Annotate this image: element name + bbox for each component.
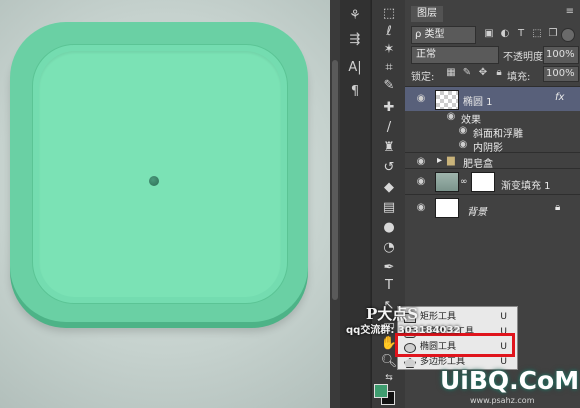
- healing-brush-tool-icon[interactable]: ✚: [378, 98, 400, 118]
- effects-eye-icon[interactable]: ◉: [445, 112, 457, 122]
- brush-tool-icon[interactable]: /: [378, 118, 400, 138]
- canvas-vertical-scrollbar[interactable]: [330, 0, 340, 408]
- history-brush-tool-icon[interactable]: ↺: [378, 158, 400, 178]
- ellipse-shape[interactable]: [149, 176, 159, 186]
- lock-all-icon[interactable]: 🔒︎: [493, 67, 505, 79]
- pixel-filter-icon[interactable]: ▣: [483, 28, 495, 40]
- lock-label: 锁定:: [411, 72, 435, 83]
- shape-filter-icon[interactable]: ⬚: [531, 28, 543, 40]
- fx-icon[interactable]: fx: [555, 92, 564, 103]
- lock-row: 锁定: ▦ ✎ ✥ 🔒︎ 填充: 100%: [411, 66, 579, 83]
- visibility-eye-icon[interactable]: ◉: [415, 94, 427, 104]
- adjustment-filter-icon[interactable]: ◐: [499, 28, 511, 40]
- paragraph-icon[interactable]: ¶: [345, 82, 365, 102]
- visibility-eye-icon[interactable]: ◉: [415, 157, 427, 167]
- effect-eye-icon[interactable]: ◉: [457, 140, 469, 150]
- polygon-shape-icon: [404, 358, 416, 368]
- character-icon[interactable]: A|: [345, 58, 365, 78]
- uibq-url: www.psahz.com: [470, 396, 535, 405]
- opacity-label: 不透明度:: [503, 52, 547, 63]
- icon-inner-face: [32, 44, 288, 304]
- rounded-square-icon: [10, 22, 308, 322]
- magic-wand-tool-icon[interactable]: ✶: [378, 40, 400, 60]
- tab-layers[interactable]: 图层: [411, 6, 443, 22]
- filter-toggle[interactable]: [561, 28, 575, 42]
- scrollbar-thumb[interactable]: [332, 60, 338, 300]
- layer-filter-row: ρ 类型 ▣ ◐ T ⬚ ❒: [411, 26, 575, 44]
- lock-icon: 🔒︎: [555, 202, 561, 213]
- fill-input[interactable]: 100%: [543, 66, 579, 82]
- lasso-tool-icon[interactable]: ℓ: [378, 22, 400, 42]
- effects-row[interactable]: ◉ 效果: [405, 110, 580, 127]
- uibq-logo: UiBQ.CoM: [440, 366, 580, 395]
- foreground-color-swatch[interactable]: [374, 384, 388, 398]
- layer-row-ellipse[interactable]: ◉ 椭圆 1 fx: [405, 86, 580, 111]
- lock-transparent-icon[interactable]: ▦: [445, 67, 457, 79]
- panel-dock-strip: ⚘ ⇶ A| ¶: [340, 0, 370, 408]
- layer-name: 背景: [467, 207, 487, 218]
- brush-preset-icon[interactable]: ⚘: [345, 6, 365, 26]
- document-canvas[interactable]: [0, 0, 330, 408]
- panel-menu-icon[interactable]: ≡: [566, 6, 574, 17]
- eyedropper-tool-icon[interactable]: ✎: [378, 76, 400, 96]
- marquee-tool-icon[interactable]: ⬚: [378, 4, 400, 24]
- blur-tool-icon[interactable]: ●: [378, 218, 400, 238]
- watermark-qq-group: qq交流群: 303184032: [346, 325, 461, 336]
- selection-highlight-box: [395, 333, 515, 357]
- layer-group-row[interactable]: ◉ ▸ ▆ 肥皂盒: [405, 152, 580, 170]
- group-expand-arrow-icon[interactable]: ▸: [437, 155, 442, 166]
- lock-position-icon[interactable]: ✥: [477, 67, 489, 79]
- opacity-input[interactable]: 100%: [543, 46, 579, 64]
- smart-object-filter-icon[interactable]: ❒: [547, 28, 559, 40]
- visibility-eye-icon[interactable]: ◉: [415, 177, 427, 187]
- eraser-tool-icon[interactable]: ◆: [378, 178, 400, 198]
- visibility-eye-icon[interactable]: ◉: [415, 203, 427, 213]
- layer-row-gradient-fill[interactable]: ◉ ∞ 渐变填充 1: [405, 168, 580, 195]
- blend-row: 正常 不透明度: 100%: [411, 46, 579, 64]
- layer-name: 渐变填充 1: [501, 181, 551, 192]
- effect-inner-shadow[interactable]: ◉ 内阴影: [405, 138, 580, 155]
- type-tool-icon[interactable]: T: [378, 276, 400, 296]
- adjust-sliders-icon[interactable]: ⇶: [345, 30, 365, 50]
- fill-label: 填充:: [507, 72, 531, 83]
- layer-mask-thumbnail: [471, 172, 495, 192]
- tool-shortcut: U: [500, 312, 507, 322]
- crop-tool-icon[interactable]: ⌗: [378, 58, 400, 78]
- folder-icon: ▆: [447, 155, 455, 166]
- blend-mode-select[interactable]: 正常: [411, 46, 499, 64]
- gradient-thumbnail: [435, 172, 459, 192]
- lock-pixels-icon[interactable]: ✎: [461, 67, 473, 79]
- filter-kind-select[interactable]: ρ 类型: [411, 26, 476, 44]
- layer-row-background[interactable]: ◉ 背景 🔒︎: [405, 194, 580, 221]
- type-filter-icon[interactable]: T: [515, 28, 527, 40]
- pen-tool-icon[interactable]: ✒: [378, 258, 400, 278]
- effect-eye-icon[interactable]: ◉: [457, 126, 469, 136]
- layer-thumbnail: [435, 90, 459, 110]
- layer-name: 椭圆 1: [463, 97, 493, 108]
- clone-stamp-tool-icon[interactable]: ♜: [378, 138, 400, 158]
- effect-bevel-emboss[interactable]: ◉ 斜面和浮雕: [405, 124, 580, 141]
- link-icon: ∞: [460, 177, 468, 187]
- gradient-tool-icon[interactable]: ▤: [378, 198, 400, 218]
- layer-thumbnail: [435, 198, 459, 218]
- dodge-tool-icon[interactable]: ◔: [378, 238, 400, 258]
